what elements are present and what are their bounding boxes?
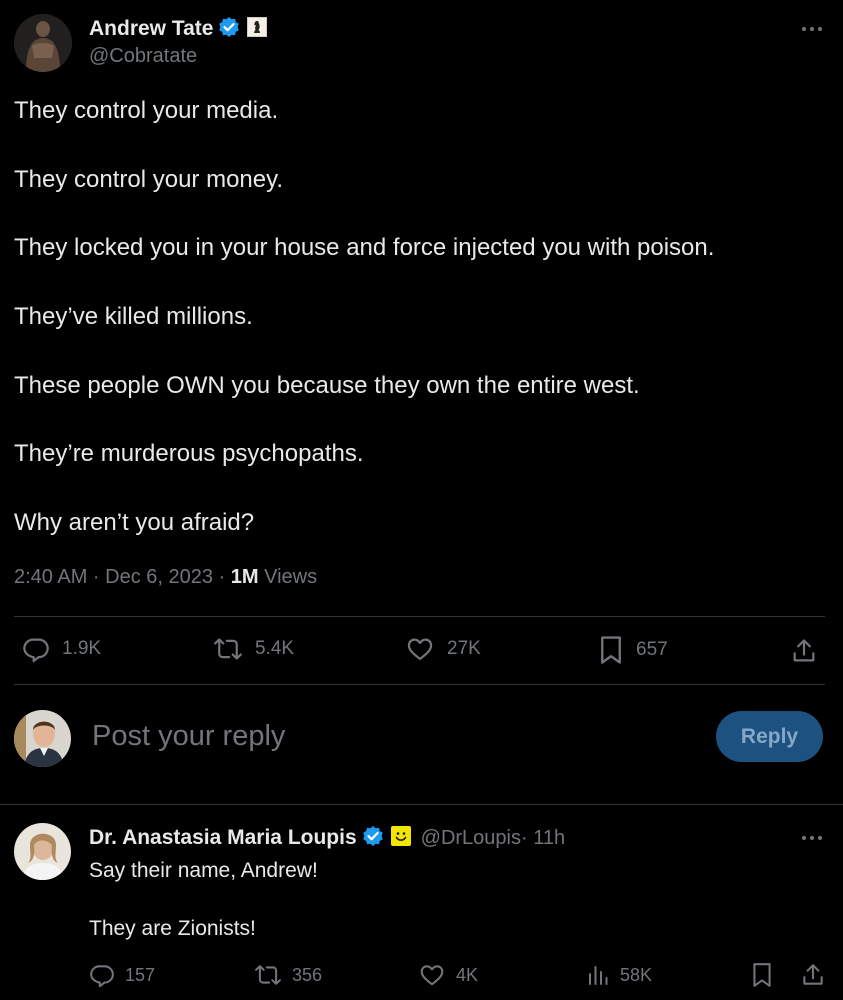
tweet-line: Why aren’t you afraid? (14, 509, 255, 536)
reply-text-line: Say their name, Andrew! (89, 859, 318, 882)
tweet-line: These people OWN you because they own th… (14, 372, 640, 399)
divider (14, 684, 825, 685)
author-name-row: Andrew Tate (89, 15, 268, 43)
tweet-line: They control your media. (14, 97, 279, 124)
tweet-line: They’ve killed millions. (14, 303, 253, 330)
reply-repost-count: 356 (292, 964, 323, 985)
smiley-badge-icon (390, 825, 411, 851)
reply-like-action[interactable]: 4K (418, 962, 478, 988)
like-icon (405, 635, 435, 663)
reply-author-row: Dr. Anastasia Maria Loupis @DrLoupis · 1… (89, 824, 565, 852)
bookmark-icon[interactable] (751, 962, 773, 988)
repost-icon (254, 962, 282, 988)
reply-action[interactable]: 1.9K (22, 635, 101, 663)
reply-reply-count: 157 (125, 964, 156, 985)
reply-author-avatar[interactable] (14, 823, 71, 880)
more-icon[interactable] (800, 833, 824, 843)
reply-views-action[interactable]: 58K (586, 962, 652, 988)
reply-repost-action[interactable]: 356 (254, 962, 322, 988)
reply-icon (22, 635, 50, 663)
reply-reply-action[interactable]: 157 (89, 962, 155, 988)
repost-icon (213, 635, 243, 663)
divider (0, 804, 843, 805)
reply-author-handle[interactable]: @DrLoupis (421, 827, 521, 850)
author-name[interactable]: Andrew Tate (89, 17, 213, 41)
views-label: Views (258, 566, 318, 588)
reply-text-line: They are Zionists! (89, 917, 256, 940)
tweet-line: They locked you in your house and force … (14, 234, 715, 261)
like-action[interactable]: 27K (405, 635, 481, 663)
reply-author-name[interactable]: Dr. Anastasia Maria Loupis (89, 826, 357, 850)
verified-icon (218, 16, 240, 43)
reply-like-count: 4K (456, 964, 479, 985)
reply-time[interactable]: · 11h (521, 827, 565, 850)
more-icon[interactable] (800, 24, 824, 34)
tweet-meta: 2:40 AM · Dec 6, 2023 · 1M Views (14, 566, 317, 589)
like-count: 27K (447, 638, 481, 659)
divider (14, 616, 825, 617)
author-handle[interactable]: @Cobratate (89, 45, 197, 68)
bookmark-action[interactable]: 657 (598, 635, 668, 665)
reply-icon (89, 962, 115, 988)
tweet-line: They control your money. (14, 166, 284, 193)
views-count: 1M (230, 566, 259, 588)
views-icon (586, 962, 610, 988)
bookmark-icon (598, 635, 624, 665)
share-icon[interactable] (790, 637, 818, 665)
user-avatar[interactable] (14, 710, 71, 767)
repost-count: 5.4K (255, 638, 295, 659)
share-icon[interactable] (800, 962, 826, 988)
reply-button[interactable]: Reply (716, 711, 823, 762)
tweet-line: They’re murderous psychopaths. (14, 440, 364, 467)
author-avatar[interactable] (14, 14, 72, 72)
reply-input[interactable]: Post your reply (92, 720, 285, 753)
bookmark-count: 657 (636, 639, 668, 660)
repost-action[interactable]: 5.4K (213, 635, 294, 663)
tweet-timestamp[interactable]: 2:40 AM · Dec 6, 2023 · (14, 566, 231, 588)
like-icon (418, 962, 446, 988)
chess-badge-icon (247, 16, 268, 42)
verified-icon (362, 825, 384, 852)
reply-views-count: 58K (620, 964, 653, 985)
reply-count: 1.9K (62, 638, 102, 659)
